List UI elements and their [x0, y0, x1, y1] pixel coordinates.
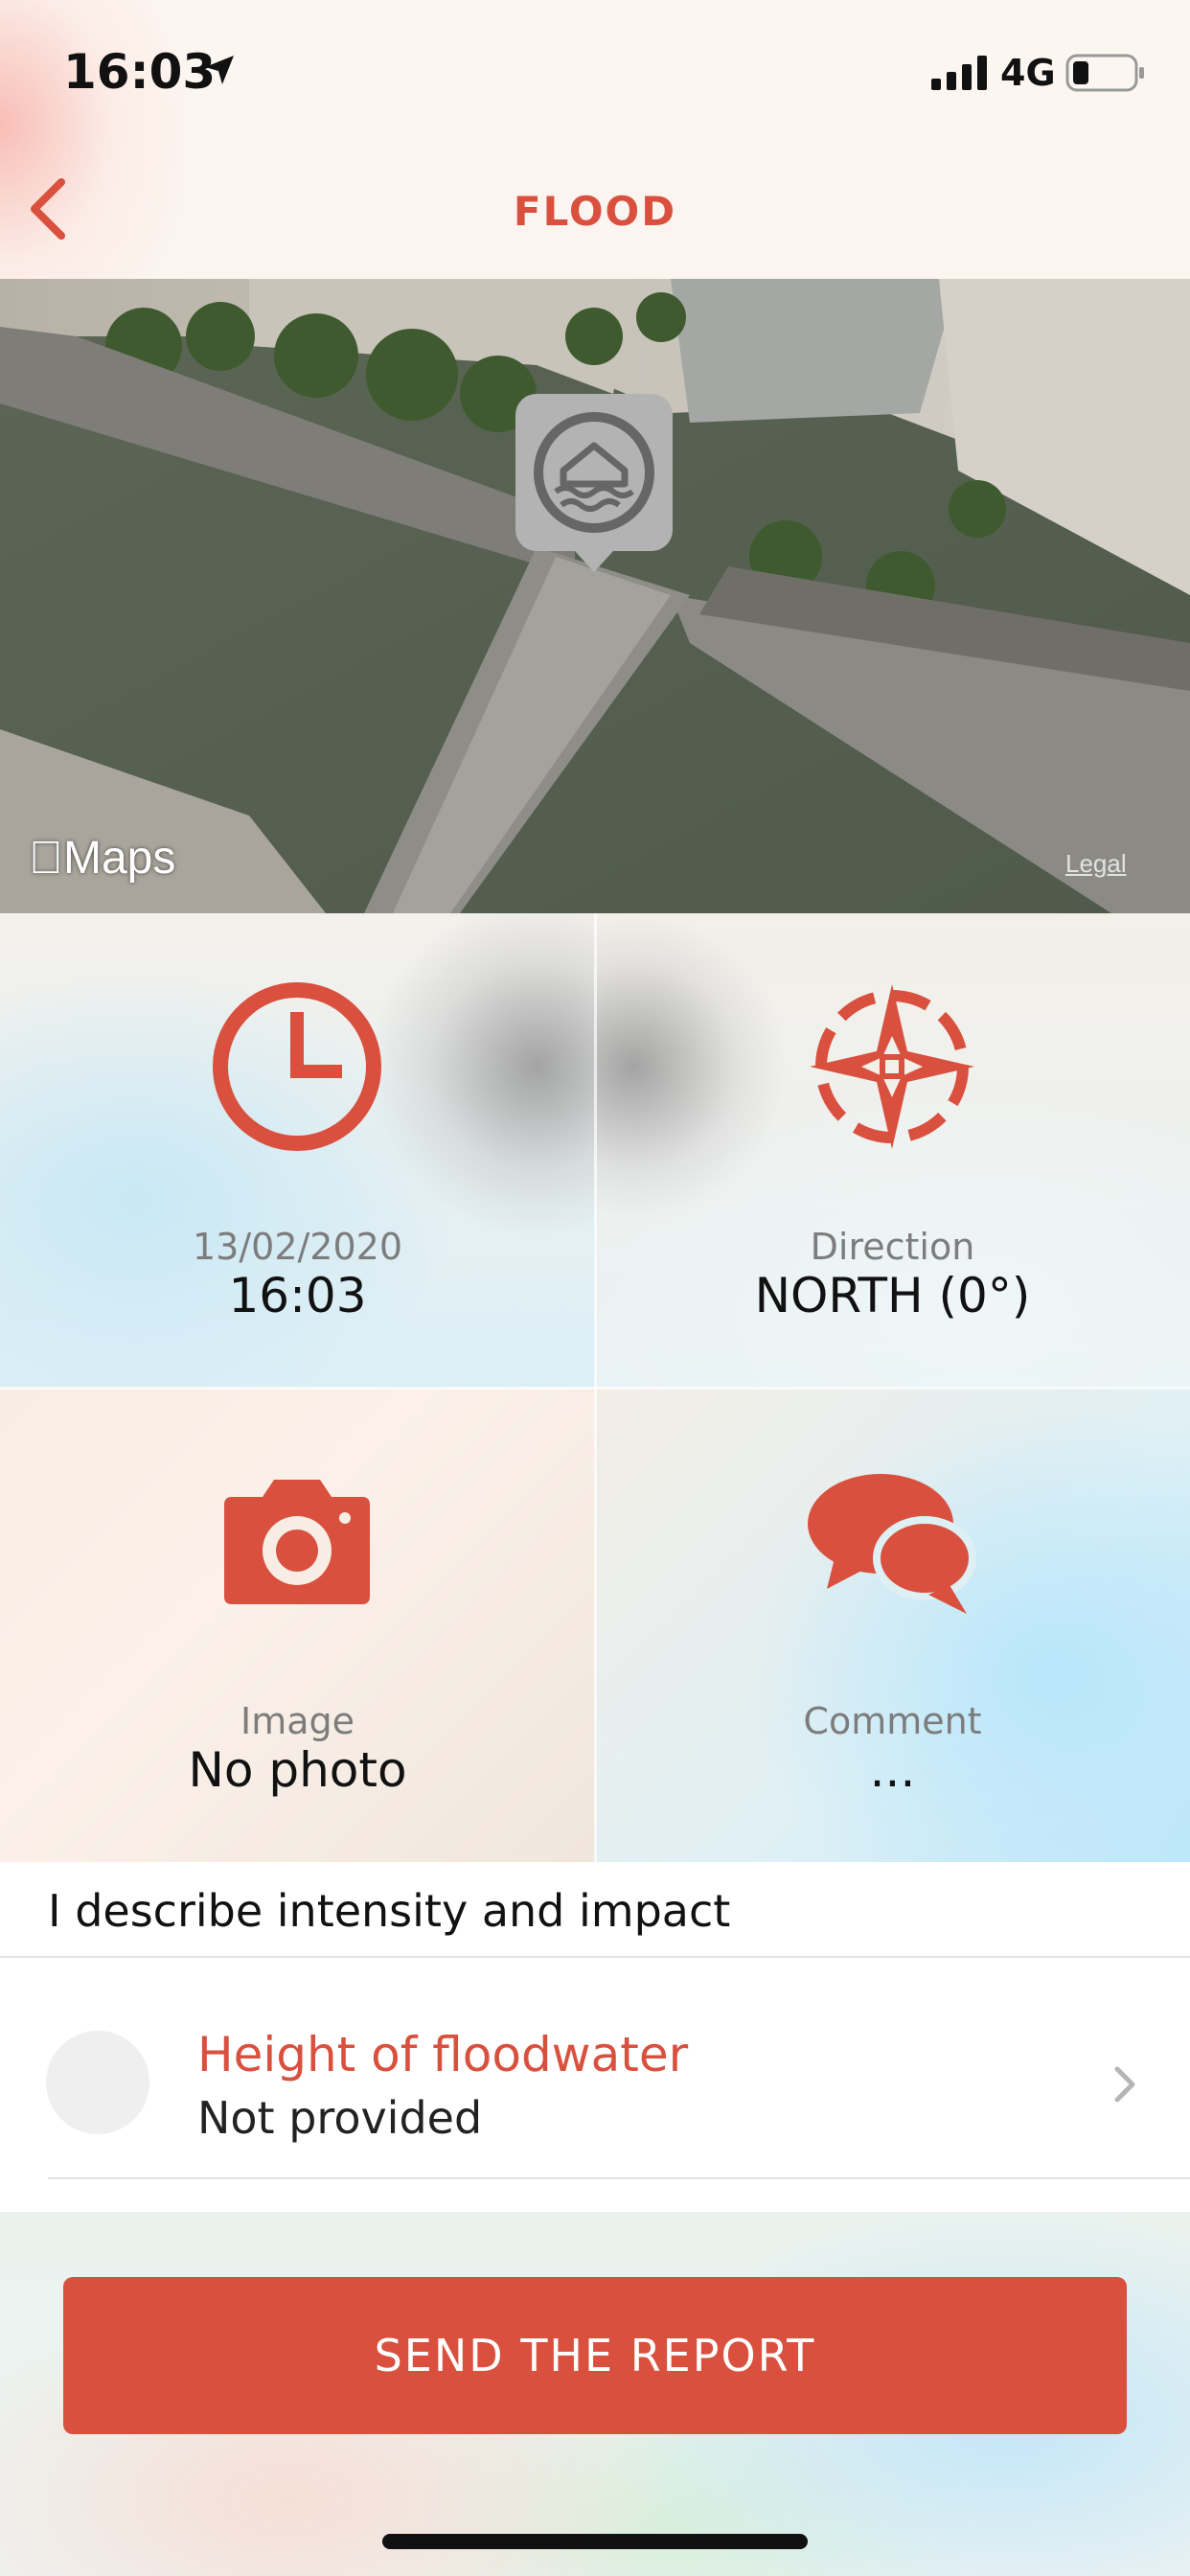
section-header: I describe intensity and impact	[0, 1862, 1190, 1958]
legal-link[interactable]: Legal	[1065, 849, 1127, 879]
image-label: Image	[240, 1700, 355, 1742]
send-report-button[interactable]: SEND THE REPORT	[63, 2277, 1127, 2434]
status-time: 16:03	[63, 44, 217, 100]
map-satellite-image	[0, 279, 1190, 913]
row-indicator-circle	[46, 2031, 149, 2134]
time-value: 16:03	[228, 1268, 367, 1323]
image-cell[interactable]: Image No photo	[0, 1388, 595, 1862]
direction-label: Direction	[810, 1226, 975, 1268]
location-arrow-icon	[205, 56, 234, 84]
speech-bubbles-icon	[808, 1474, 976, 1614]
network-type: 4G	[1000, 52, 1056, 94]
flood-house-icon[interactable]	[515, 394, 673, 572]
info-grid: 13/02/2020 16:03 Direction NORTH (0°) Im…	[0, 913, 1190, 1862]
row-divider	[48, 2177, 1190, 2179]
chevron-right-icon	[1114, 2066, 1135, 2103]
maps-logo: Maps	[29, 833, 175, 884]
floodwater-height-row[interactable]: Height of floodwater Not provided	[0, 1958, 1190, 2212]
signal-icon	[931, 56, 987, 90]
row-title: Height of floodwater	[197, 2027, 689, 2082]
section-title: I describe intensity and impact	[48, 1885, 731, 1937]
home-indicator[interactable]	[382, 2534, 808, 2549]
clock-icon	[213, 982, 381, 1151]
direction-cell[interactable]: Direction NORTH (0°)	[595, 913, 1190, 1388]
row-subtitle: Not provided	[197, 2092, 483, 2144]
image-value: No photo	[188, 1742, 407, 1798]
comment-label: Comment	[803, 1700, 982, 1742]
comment-cell[interactable]: Comment ...	[595, 1388, 1190, 1862]
datetime-cell[interactable]: 13/02/2020 16:03	[0, 913, 595, 1388]
bottom-action-area: SEND THE REPORT	[0, 2212, 1190, 2576]
compass-icon	[810, 984, 974, 1149]
status-bar: 16:03 4G	[0, 0, 1190, 144]
date-label: 13/02/2020	[192, 1226, 403, 1268]
grid-divider-horizontal	[0, 1387, 1190, 1390]
top-bar: 16:03 4G FLOOD	[0, 0, 1190, 279]
camera-icon	[224, 1480, 370, 1604]
direction-value: NORTH (0°)	[754, 1268, 1031, 1323]
battery-icon	[1065, 54, 1144, 92]
map-view[interactable]	[0, 279, 1190, 913]
comment-value: ...	[869, 1742, 916, 1798]
page-title: FLOOD	[513, 188, 677, 235]
